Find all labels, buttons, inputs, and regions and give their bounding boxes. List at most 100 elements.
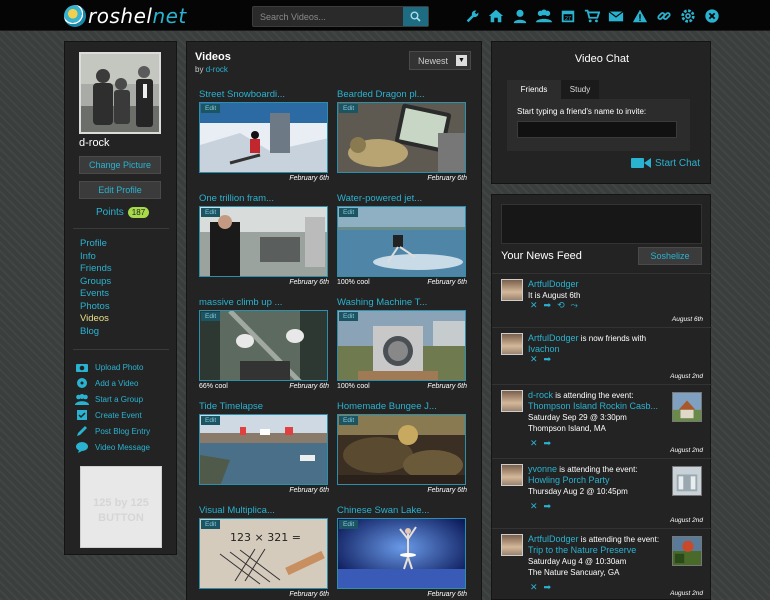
video-title-link[interactable]: Chinese Swan Lake... xyxy=(337,505,467,518)
event-link[interactable]: Thompson Island Rockin Casb... xyxy=(528,401,658,411)
action-start-a-group[interactable]: Start a Group xyxy=(75,391,150,407)
arrow-icon[interactable]: ➡ xyxy=(544,354,552,365)
avatar[interactable] xyxy=(501,333,523,355)
owner-link[interactable]: d-rock xyxy=(206,65,228,74)
calendar-button[interactable]: 27 xyxy=(556,5,580,27)
close-button[interactable] xyxy=(700,5,724,27)
refresh-icon[interactable]: ⟲ xyxy=(557,300,565,311)
user-link[interactable]: ArtfulDodger xyxy=(528,333,579,343)
user-button[interactable] xyxy=(508,5,532,27)
video-thumbnail[interactable]: Edit xyxy=(199,206,328,277)
sort-select[interactable]: Newest ▼ xyxy=(409,51,471,70)
video-title-link[interactable]: One trillion fram... xyxy=(199,193,329,206)
user-link[interactable]: ArtfulDodger xyxy=(528,279,579,289)
edit-video-button[interactable]: Edit xyxy=(201,520,221,529)
close-icon[interactable]: ✕ xyxy=(530,300,538,311)
video-thumbnail[interactable]: Edit xyxy=(199,102,328,173)
ad-placeholder[interactable]: 125 by 125 BUTTON xyxy=(80,466,162,548)
video-title-link[interactable]: Washing Machine T... xyxy=(337,297,467,310)
event-link[interactable]: Howling Porch Party xyxy=(528,475,610,485)
nav-item-info[interactable]: Info xyxy=(80,251,112,264)
home-icon xyxy=(488,9,504,22)
cart-button[interactable] xyxy=(580,5,604,27)
start-chat-button[interactable]: Start Chat xyxy=(631,157,700,169)
edit-video-button[interactable]: Edit xyxy=(339,104,359,113)
video-title-link[interactable]: Tide Timelapse xyxy=(199,401,329,414)
video-thumbnail[interactable]: Edit xyxy=(199,414,328,485)
arrow-icon[interactable]: ➡ xyxy=(544,438,552,449)
status-textarea[interactable] xyxy=(501,204,702,244)
video-title-link[interactable]: Bearded Dragon pl... xyxy=(337,89,467,102)
close-icon[interactable]: ✕ xyxy=(530,582,538,593)
video-title-link[interactable]: Homemade Bungee J... xyxy=(337,401,467,414)
tab-friends[interactable]: Friends xyxy=(507,80,561,99)
nav-item-photos[interactable]: Photos xyxy=(80,301,112,314)
action-create-event[interactable]: Create Event xyxy=(75,407,150,423)
avatar[interactable] xyxy=(79,52,161,134)
video-title-link[interactable]: Visual Multiplica... xyxy=(199,505,329,518)
edit-video-button[interactable]: Edit xyxy=(201,208,221,217)
video-title-link[interactable]: Water-powered jet... xyxy=(337,193,467,206)
alert-button[interactable] xyxy=(628,5,652,27)
video-thumbnail[interactable]: Edit xyxy=(337,102,466,173)
change-picture-button[interactable]: Change Picture xyxy=(79,156,161,174)
video-thumbnail[interactable]: Edit xyxy=(337,518,466,589)
event-thumbnail[interactable] xyxy=(672,466,702,496)
nav-item-friends[interactable]: Friends xyxy=(80,263,112,276)
close-icon[interactable]: ✕ xyxy=(530,501,538,512)
edit-video-button[interactable]: Edit xyxy=(201,312,221,321)
edit-video-button[interactable]: Edit xyxy=(339,520,359,529)
action-video-message[interactable]: Video Message xyxy=(75,439,150,455)
edit-video-button[interactable]: Edit xyxy=(339,312,359,321)
group-button[interactable] xyxy=(532,5,556,27)
edit-video-button[interactable]: Edit xyxy=(201,104,221,113)
edit-video-button[interactable]: Edit xyxy=(339,416,359,425)
arrow-icon[interactable]: ➡ xyxy=(544,582,552,593)
avatar[interactable] xyxy=(501,534,523,556)
action-post-blog-entry[interactable]: Post Blog Entry xyxy=(75,423,150,439)
share-icon[interactable]: ⤳ xyxy=(571,300,578,311)
edit-profile-button[interactable]: Edit Profile xyxy=(79,181,161,199)
logo[interactable]: roshelnet xyxy=(64,3,187,29)
event-link[interactable]: Trip to the Nature Preserve xyxy=(528,545,636,555)
close-icon[interactable]: ✕ xyxy=(530,354,538,365)
friend-invite-input[interactable] xyxy=(517,121,677,138)
arrow-icon[interactable]: ➡ xyxy=(544,501,552,512)
video-thumbnail[interactable]: Edit xyxy=(337,310,466,381)
close-icon[interactable]: ✕ xyxy=(530,438,538,449)
video-thumbnail[interactable]: Edit xyxy=(337,206,466,277)
video-title-link[interactable]: massive climb up ... xyxy=(199,297,329,310)
user-link[interactable]: d-rock xyxy=(528,390,553,400)
tab-study[interactable]: Study xyxy=(561,80,599,99)
avatar[interactable] xyxy=(501,279,523,301)
friend-link[interactable]: Ivachon xyxy=(528,344,560,354)
user-link[interactable]: yvonne xyxy=(528,464,557,474)
nav-item-events[interactable]: Events xyxy=(80,288,112,301)
avatar[interactable] xyxy=(501,464,523,486)
video-title-link[interactable]: Street Snowboardi... xyxy=(199,89,329,102)
nav-item-profile[interactable]: Profile xyxy=(80,238,112,251)
nav-item-blog[interactable]: Blog xyxy=(80,326,112,339)
action-add-a-video[interactable]: Add a Video xyxy=(75,375,150,391)
link-button[interactable] xyxy=(652,5,676,27)
nav-item-videos[interactable]: Videos xyxy=(80,313,112,326)
search-button[interactable] xyxy=(403,7,428,26)
edit-video-button[interactable]: Edit xyxy=(339,208,359,217)
user-link[interactable]: ArtfulDodger xyxy=(528,534,579,544)
gear-button[interactable] xyxy=(676,5,700,27)
arrow-icon[interactable]: ➡ xyxy=(544,300,552,311)
video-thumbnail[interactable]: Edit 123 × 321 = xyxy=(199,518,328,589)
event-thumbnail[interactable] xyxy=(672,536,702,566)
wrench-button[interactable] xyxy=(460,5,484,27)
action-upload-photo[interactable]: Upload Photo xyxy=(75,359,150,375)
video-thumbnail[interactable]: Edit xyxy=(337,414,466,485)
soshelize-button[interactable]: Soshelize xyxy=(638,247,702,265)
home-button[interactable] xyxy=(484,5,508,27)
search-input[interactable] xyxy=(253,7,398,26)
event-thumbnail[interactable] xyxy=(672,392,702,422)
edit-video-button[interactable]: Edit xyxy=(201,416,221,425)
mail-button[interactable] xyxy=(604,5,628,27)
nav-item-groups[interactable]: Groups xyxy=(80,276,112,289)
video-thumbnail[interactable]: Edit xyxy=(199,310,328,381)
avatar[interactable] xyxy=(501,390,523,412)
